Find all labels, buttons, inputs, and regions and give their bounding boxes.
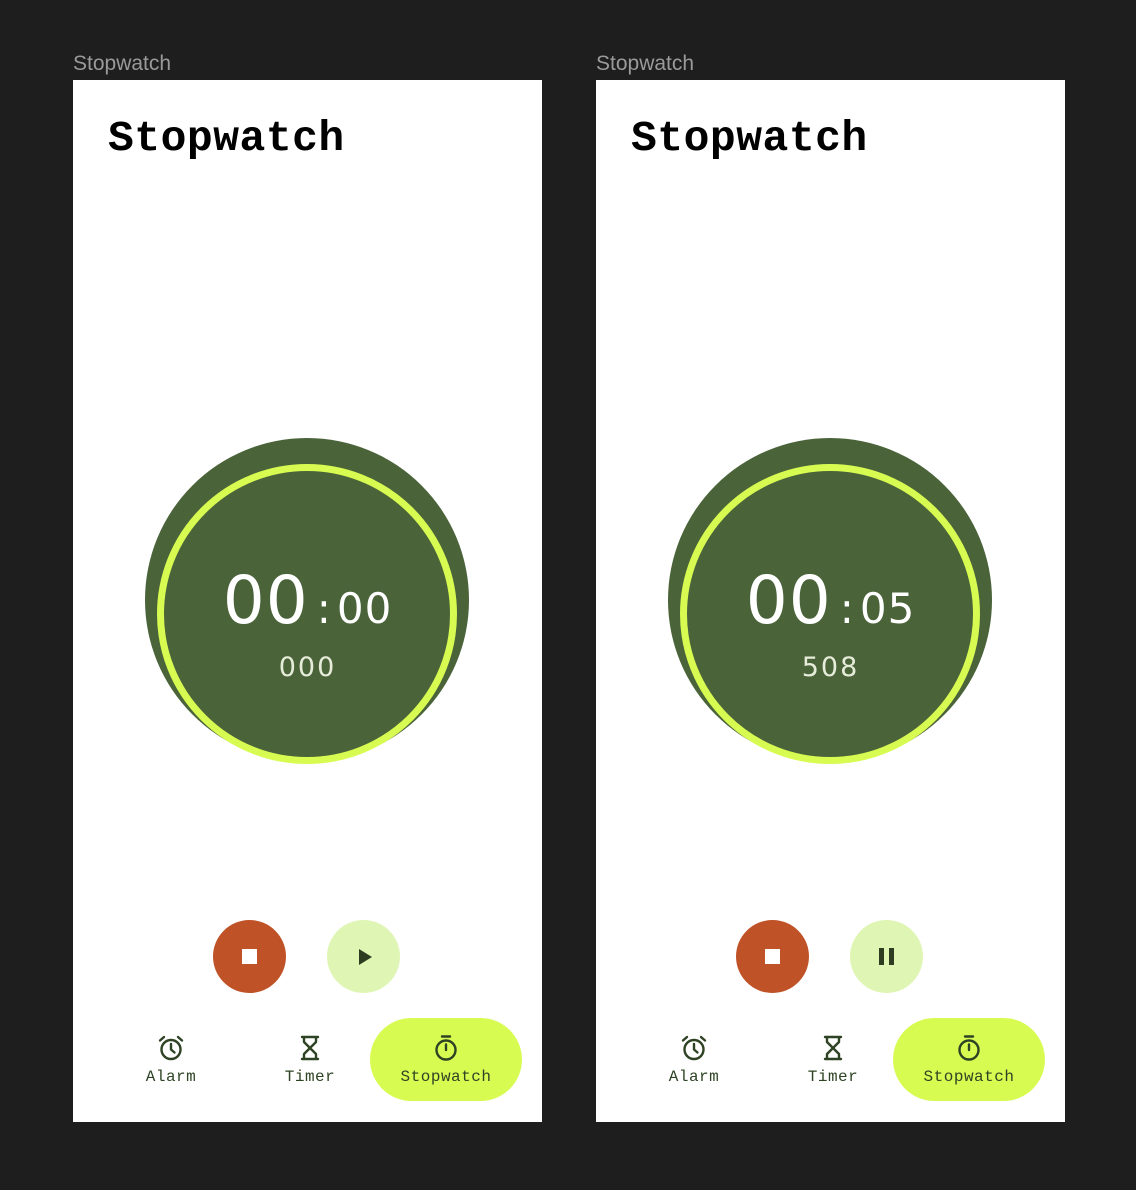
stopwatch-screen-idle: Stopwatch 00:00 000 Alarm Timer Stopwatc… bbox=[73, 80, 542, 1122]
play-icon bbox=[359, 948, 372, 965]
hourglass-icon bbox=[823, 1035, 843, 1060]
nav-label-timer: Timer bbox=[807, 1067, 859, 1086]
frame-label: Stopwatch bbox=[596, 52, 695, 75]
time-milliseconds: 000 bbox=[278, 652, 337, 683]
pause-button[interactable] bbox=[850, 920, 923, 993]
alarm-icon bbox=[158, 1035, 184, 1060]
nav-label-stopwatch: Stopwatch bbox=[400, 1067, 492, 1086]
play-button[interactable] bbox=[327, 920, 400, 993]
nav-item-stopwatch[interactable]: Stopwatch bbox=[370, 1018, 522, 1101]
nav-label-stopwatch: Stopwatch bbox=[923, 1067, 1015, 1086]
nav-item-timer[interactable]: Timer bbox=[783, 1018, 883, 1101]
nav-item-stopwatch[interactable]: Stopwatch bbox=[893, 1018, 1045, 1101]
stop-icon bbox=[242, 949, 257, 964]
elapsed-time: 00:05 bbox=[596, 562, 1065, 639]
stop-icon bbox=[765, 949, 780, 964]
time-minutes: 00 bbox=[222, 562, 309, 639]
nav-item-alarm[interactable]: Alarm bbox=[121, 1018, 221, 1101]
nav-item-alarm[interactable]: Alarm bbox=[644, 1018, 744, 1101]
stopwatch-icon bbox=[958, 1034, 980, 1061]
stopwatch-icon bbox=[435, 1034, 457, 1061]
time-colon: : bbox=[316, 584, 331, 633]
time-minutes: 00 bbox=[745, 562, 832, 639]
stop-button[interactable] bbox=[213, 920, 286, 993]
nav-item-timer[interactable]: Timer bbox=[260, 1018, 360, 1101]
canvas: Stopwatch Stopwatch 00:00 000 Alarm Time… bbox=[0, 0, 1136, 1190]
elapsed-time: 00:00 bbox=[73, 562, 542, 639]
time-seconds: 05 bbox=[859, 584, 916, 633]
page-title: Stopwatch bbox=[108, 114, 345, 163]
stop-button[interactable] bbox=[736, 920, 809, 993]
pause-icon bbox=[879, 948, 894, 965]
hourglass-icon bbox=[300, 1035, 320, 1060]
nav-label-alarm: Alarm bbox=[145, 1067, 197, 1086]
time-milliseconds: 508 bbox=[801, 652, 860, 683]
time-seconds: 00 bbox=[336, 584, 393, 633]
alarm-icon bbox=[681, 1035, 707, 1060]
stopwatch-screen-running: Stopwatch 00:05 508 Alarm Timer Stopwatc… bbox=[596, 80, 1065, 1122]
nav-label-timer: Timer bbox=[284, 1067, 336, 1086]
page-title: Stopwatch bbox=[631, 114, 868, 163]
nav-label-alarm: Alarm bbox=[668, 1067, 720, 1086]
time-colon: : bbox=[839, 584, 854, 633]
frame-label: Stopwatch bbox=[73, 52, 172, 75]
